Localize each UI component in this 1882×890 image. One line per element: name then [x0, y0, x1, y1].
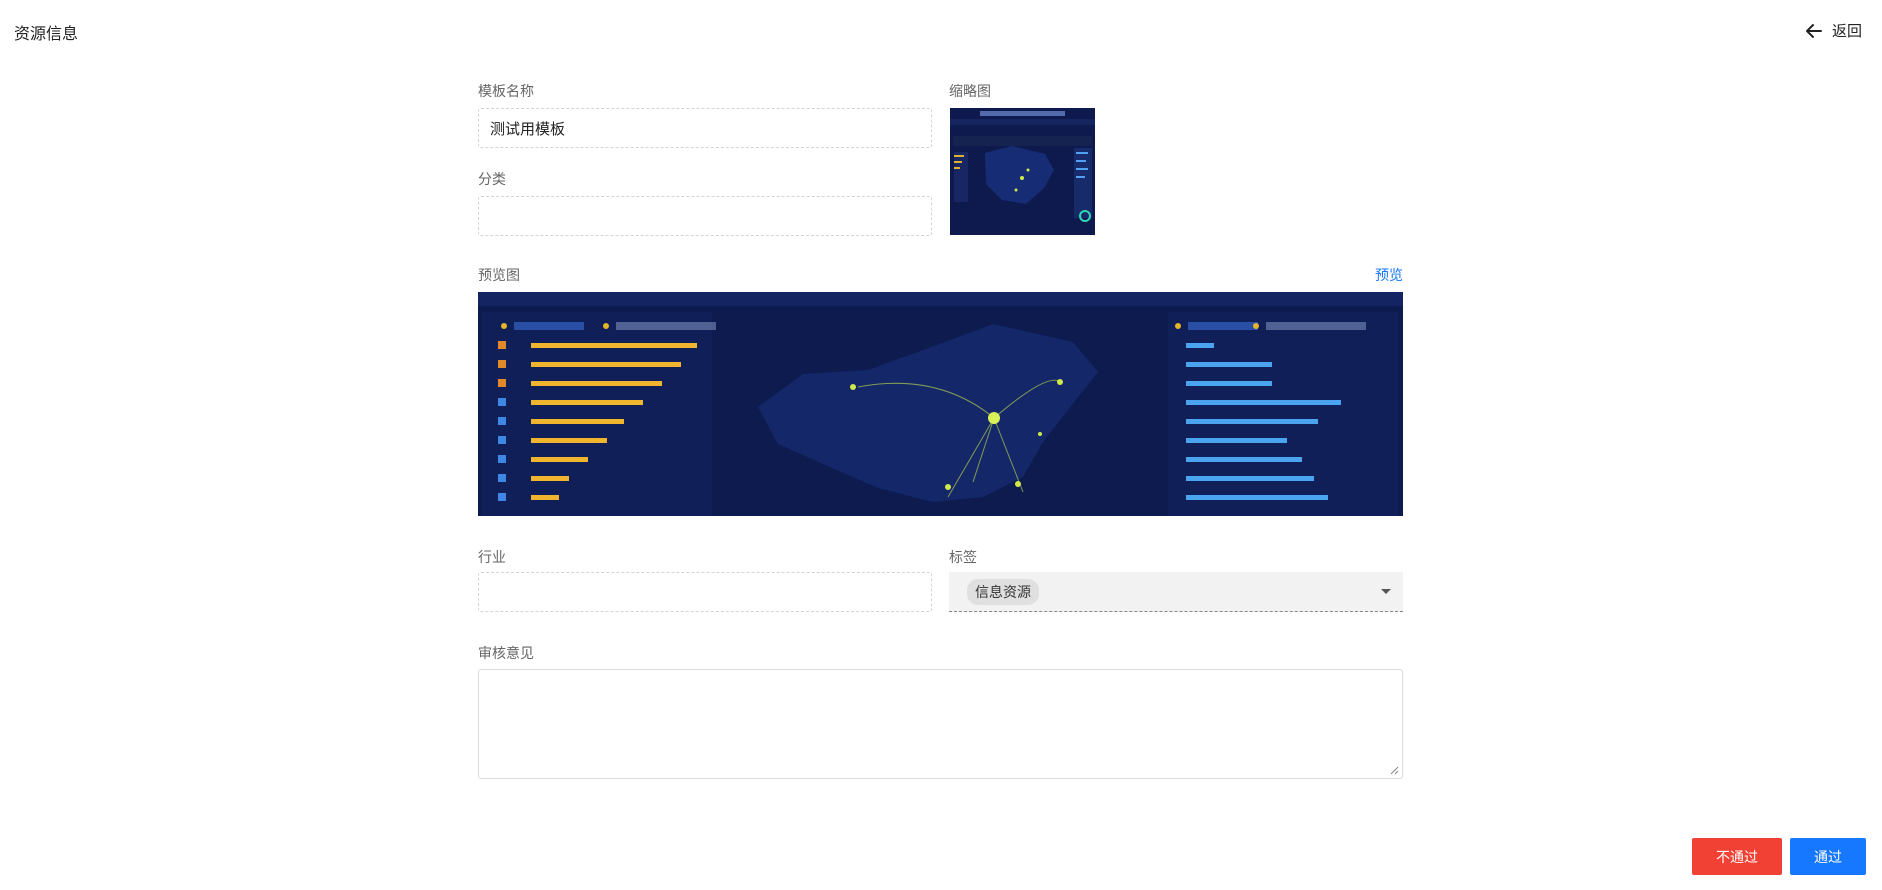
industry-label: 行业: [478, 550, 506, 566]
arrow-left-icon: [1805, 23, 1822, 38]
page-title: 资源信息: [14, 24, 79, 43]
resize-grip-icon[interactable]: [1389, 765, 1399, 775]
preview-image: [478, 292, 1403, 516]
category-label: 分类: [478, 172, 506, 188]
preview-label: 预览图: [478, 268, 520, 284]
back-label: 返回: [1831, 22, 1862, 40]
template-name-value: 测试用模板: [490, 119, 566, 138]
review-label: 审核意见: [478, 646, 534, 662]
review-textarea[interactable]: [478, 669, 1403, 779]
approve-button[interactable]: 通过: [1790, 838, 1866, 875]
tags-label: 标签: [949, 550, 977, 566]
thumbnail-image: [950, 108, 1095, 235]
tags-select[interactable]: 信息资源: [949, 572, 1403, 612]
preview-link[interactable]: 预览: [1375, 265, 1403, 285]
back-button[interactable]: 返回: [1804, 20, 1862, 41]
industry-input[interactable]: [478, 572, 932, 612]
reject-button[interactable]: 不通过: [1692, 838, 1782, 875]
template-name-label: 模板名称: [478, 84, 534, 100]
category-input[interactable]: [478, 196, 932, 236]
tag-chip[interactable]: 信息资源: [967, 578, 1039, 605]
caret-down-icon[interactable]: [1381, 589, 1391, 594]
thumbnail-label: 缩略图: [949, 84, 991, 100]
template-name-input[interactable]: 测试用模板: [478, 108, 932, 148]
